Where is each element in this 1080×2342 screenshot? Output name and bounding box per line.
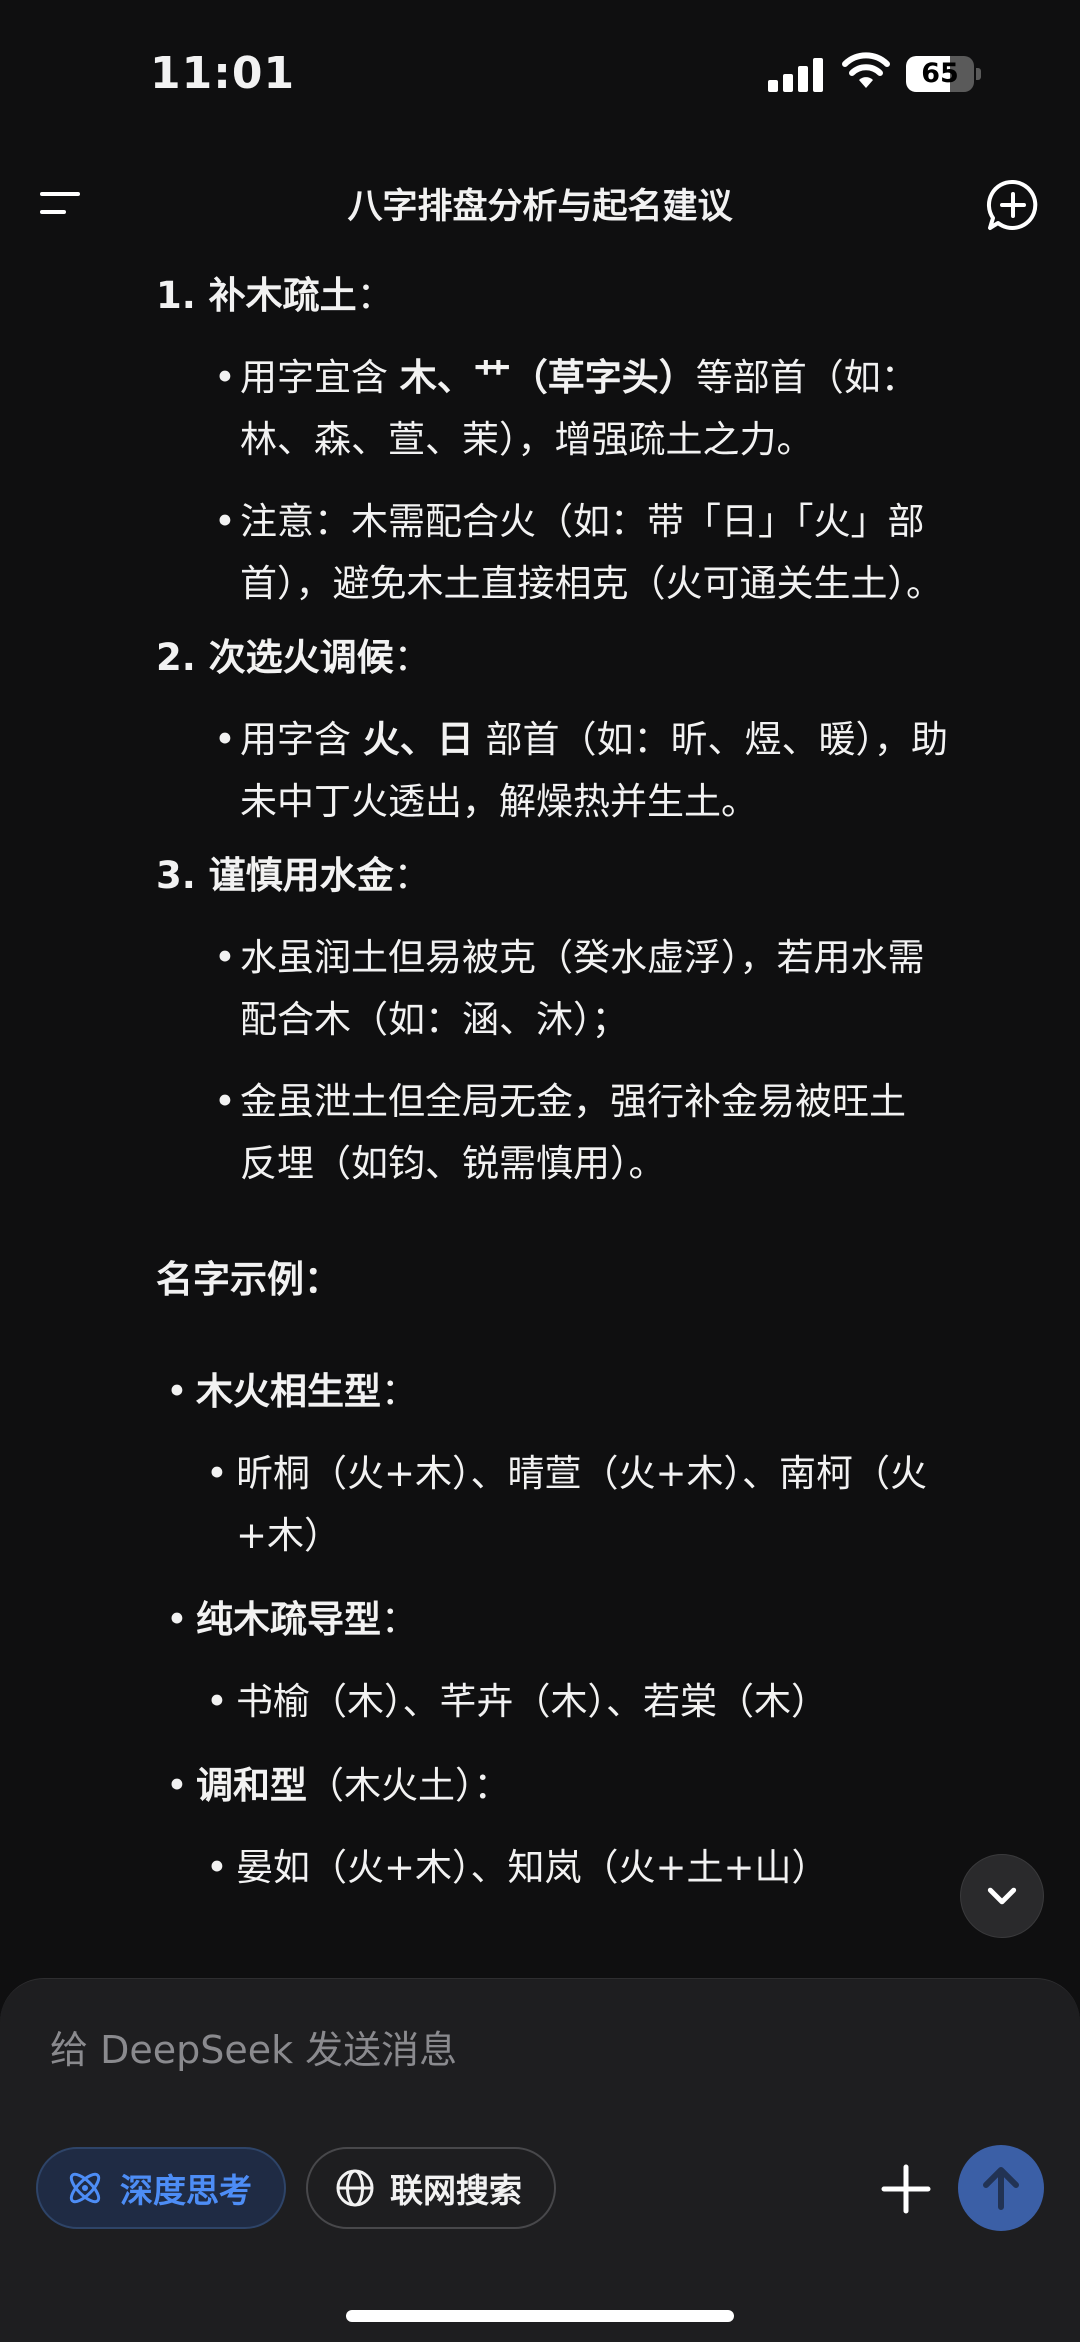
bullet-line: 林、森、萱、茉），增强疏土之力。 xyxy=(240,418,814,461)
sub-bullet: • 注意：木需配合火（如：带「日」「火」部 首），避免木土直接相克（火可通关生土… xyxy=(156,491,1036,615)
atom-icon xyxy=(69,2172,101,2204)
page-title: 八字排盘分析与起名建议 xyxy=(347,187,733,227)
arrow-up-icon xyxy=(983,2167,1019,2210)
example-group-label: 纯木疏导型 xyxy=(196,1598,381,1641)
bullet-line: 配合木（如：涵、沐）； xyxy=(240,998,629,1041)
example-group: • 纯木疏导型： xyxy=(166,1598,418,1641)
new-chat-icon[interactable] xyxy=(986,178,1040,232)
message-input[interactable]: 给 DeepSeek 发送消息 xyxy=(50,2019,457,2074)
bullet-line: 书榆（木）、芊卉（木）、若棠（木） xyxy=(236,1680,828,1723)
deep-think-toggle[interactable]: 深度思考 xyxy=(36,2147,286,2229)
chevron-down-icon xyxy=(987,1887,1017,1905)
globe-icon xyxy=(336,2169,374,2207)
example-names: • 书榆（木）、芊卉（木）、若棠（木） xyxy=(156,1671,1036,1733)
sub-bullet: • 水虽润土但易被克（癸水虚浮），若用水需 配合木（如：涵、沐）； xyxy=(156,927,1036,1051)
sub-bullet: • 用字含 火、日 部首（如：昕、煜、暖），助 未中丁火透出，解燥热并生土。 xyxy=(156,709,1036,833)
bullet-line: 未中丁火透出，解燥热并生土。 xyxy=(240,780,758,823)
example-group-label: 木火相生型 xyxy=(196,1370,381,1413)
message-composer: 给 DeepSeek 发送消息 深度思考 联网搜索 xyxy=(0,1978,1080,2342)
home-indicator xyxy=(346,2310,734,2322)
example-group: • 调和型（木火土）： xyxy=(166,1764,511,1807)
numbered-item: 1. 补木疏土： xyxy=(156,265,1036,327)
assistant-message: 1. 补木疏土： • 用字宜含 木、艹（草字头）等部首（如： 林、森、萱、茉），… xyxy=(156,265,1036,1899)
bullet-line: 水虽润土但易被克（癸水虚浮），若用水需 xyxy=(240,936,925,979)
bullet-line: 反埋（如钧、锐需慎用）。 xyxy=(240,1142,666,1185)
plus-icon[interactable] xyxy=(866,2149,946,2229)
sub-bullet: • 用字宜含 木、艹（草字头）等部首（如： 林、森、萱、茉），增强疏土之力。 xyxy=(156,347,1036,471)
status-time: 11:01 xyxy=(150,48,296,99)
scroll-to-bottom-button[interactable] xyxy=(960,1854,1044,1938)
example-group-label: 调和型 xyxy=(196,1764,307,1807)
numbered-item: 2. 次选火调候： xyxy=(156,627,1036,689)
chat-header: 八字排盘分析与起名建议 xyxy=(0,160,1080,250)
send-button[interactable] xyxy=(958,2145,1044,2231)
menu-button[interactable] xyxy=(36,182,88,226)
example-names: • 晏如（火+木）、知岚（火+土+山） xyxy=(156,1837,1036,1899)
sub-bullet: • 金虽泄土但全局无金，强行补金易被旺土 反埋（如钧、锐需慎用）。 xyxy=(156,1071,1036,1195)
numbered-item-heading: 2. 次选火调候： xyxy=(156,636,431,679)
numbered-item-heading: 1. 补木疏土： xyxy=(156,274,394,317)
bullet-line: 用字宜含 木、艹（草字头）等部首（如： xyxy=(240,356,918,399)
bullet-line: 注意：木需配合火（如：带「日」「火」部 xyxy=(240,500,925,543)
battery-icon: 65 xyxy=(906,56,982,92)
numbered-item-heading: 3. 谨慎用水金： xyxy=(156,854,431,897)
example-group: • 木火相生型： xyxy=(166,1370,418,1413)
numbered-item: 3. 谨慎用水金： xyxy=(156,845,1036,907)
bullet-line: 昕桐（火+木）、晴萱（火+木）、南柯（火 xyxy=(236,1452,928,1495)
deep-think-label: 深度思考 xyxy=(120,2171,252,2210)
example-names: • 昕桐（火+木）、晴萱（火+木）、南柯（火 +木） xyxy=(156,1443,1036,1567)
status-bar: 11:01 65 xyxy=(0,0,1080,150)
examples-title: 名字示例： xyxy=(156,1258,341,1301)
bullet-line: 用字含 火、日 部首（如：昕、煜、暖），助 xyxy=(240,718,949,761)
web-search-label: 联网搜索 xyxy=(390,2171,522,2210)
bullet-line: 首），避免木土直接相克（火可通关生土）。 xyxy=(240,562,943,605)
bullet-line: 金虽泄土但全局无金，强行补金易被旺土 xyxy=(240,1080,906,1123)
battery-percent: 65 xyxy=(921,58,959,89)
menu-icon xyxy=(40,192,80,196)
cellular-signal-icon xyxy=(768,58,824,92)
wifi-icon xyxy=(842,52,890,88)
web-search-toggle[interactable]: 联网搜索 xyxy=(306,2147,556,2229)
bullet-line: 晏如（火+木）、知岚（火+土+山） xyxy=(236,1846,829,1889)
bullet-line: +木） xyxy=(236,1514,342,1557)
